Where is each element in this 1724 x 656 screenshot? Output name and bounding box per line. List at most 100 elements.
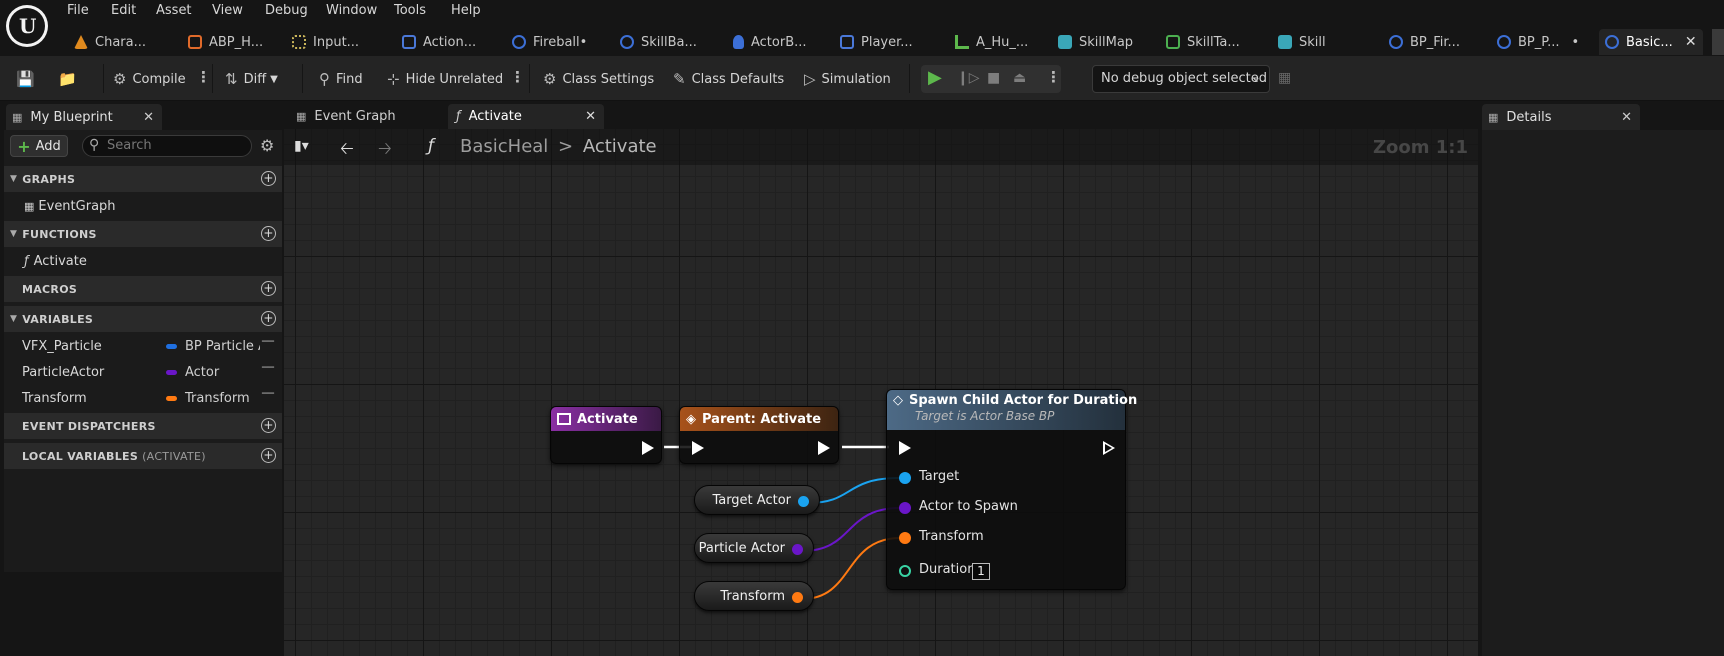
doc-tab-anim-seq[interactable]: A_Hu_... xyxy=(955,31,1028,53)
variable-type-transform[interactable]: Transform xyxy=(166,391,260,406)
exec-in-pin[interactable] xyxy=(899,441,911,455)
doc-tab-abp[interactable]: ABP_H... xyxy=(188,31,263,53)
exec-out-pin[interactable] xyxy=(818,441,830,455)
eject-icon[interactable]: ⏏ xyxy=(1013,70,1026,86)
diff-button[interactable]: ⇅ Diff ▼ xyxy=(225,67,278,91)
type-pill-icon xyxy=(166,396,177,401)
close-icon[interactable]: ✕ xyxy=(585,109,596,124)
compile-button[interactable]: ⚙ Compile xyxy=(113,67,186,91)
doc-tab-bp-fireball[interactable]: BP_Fir... xyxy=(1389,31,1460,53)
exec-out-pin[interactable] xyxy=(1103,441,1115,455)
activate-entry-node[interactable]: Activate xyxy=(550,406,662,464)
section-graphs[interactable]: ▼ GRAPHS + xyxy=(4,166,282,192)
doc-tab-basicheal[interactable]: Basic... ✕ xyxy=(1599,29,1703,55)
function-item-activate[interactable]: ƒ Activate xyxy=(24,254,87,269)
add-macro-icon[interactable]: + xyxy=(261,281,276,296)
gear-icon[interactable]: ⚙ xyxy=(260,136,274,155)
eye-closed-icon[interactable]: ‾‾ xyxy=(262,365,274,379)
anim-blueprint-icon xyxy=(188,35,202,49)
doc-tab-fireball[interactable]: Fireball• xyxy=(512,31,587,53)
play-options-icon[interactable]: ⋮ xyxy=(1046,68,1061,86)
eye-closed-icon[interactable]: ‾‾ xyxy=(262,391,274,405)
variable-item-transform[interactable]: Transform xyxy=(22,391,87,406)
hide-unrelated-options-icon[interactable]: ⋮ xyxy=(510,68,525,86)
tab-event-graph[interactable]: ▦ Event Graph xyxy=(288,104,444,129)
spawn-child-actor-node[interactable]: ◇ Spawn Child Actor for Duration Target i… xyxy=(886,389,1137,590)
section-functions[interactable]: ▼ FUNCTIONS + xyxy=(4,221,282,247)
class-defaults-button[interactable]: ✎ Class Defaults xyxy=(673,67,784,91)
close-icon[interactable]: ✕ xyxy=(1685,34,1697,50)
add-dispatcher-icon[interactable]: + xyxy=(261,418,276,433)
doc-tab-player[interactable]: Player... xyxy=(840,31,913,53)
target-pin[interactable] xyxy=(899,472,911,484)
find-button[interactable]: ⚲ Find xyxy=(319,67,363,91)
variable-item-particleactor[interactable]: ParticleActor xyxy=(22,365,104,380)
graph-item-eventgraph[interactable]: ▦ EventGraph xyxy=(24,199,116,214)
section-macros[interactable]: MACROS + xyxy=(4,276,282,302)
add-local-variable-icon[interactable]: + xyxy=(261,448,276,463)
section-variables[interactable]: ▼ VARIABLES + xyxy=(4,306,282,332)
add-variable-icon[interactable]: + xyxy=(261,311,276,326)
simulation-button[interactable]: ▷ Simulation xyxy=(804,67,891,91)
doc-tab-bp-p[interactable]: BP_P... • xyxy=(1497,31,1579,53)
class-settings-button[interactable]: ⚙ Class Settings xyxy=(543,67,654,91)
stop-icon[interactable]: ■ xyxy=(987,70,1000,86)
exec-in-pin[interactable] xyxy=(692,441,704,455)
save-icon[interactable]: 💾 xyxy=(16,67,41,91)
separator xyxy=(212,64,213,93)
menu-window[interactable]: Window xyxy=(326,3,377,18)
menu-help[interactable]: Help xyxy=(451,3,481,18)
variable-type-particleactor[interactable]: Actor xyxy=(166,365,260,380)
close-icon[interactable]: ✕ xyxy=(1621,110,1632,125)
doc-tab-actorbase[interactable]: ActorB... xyxy=(733,31,807,53)
details-tab[interactable]: ▦ Details ✕ xyxy=(1482,104,1640,130)
close-icon[interactable]: ✕ xyxy=(143,110,154,125)
browse-icon[interactable]: 📁 xyxy=(58,67,83,91)
my-blueprint-tab[interactable]: ▦ My Blueprint ✕ xyxy=(6,104,162,130)
tab-activate[interactable]: ƒ Activate ✕ xyxy=(448,104,604,129)
unreal-logo-icon[interactable]: U xyxy=(6,5,48,47)
menu-asset[interactable]: Asset xyxy=(156,3,192,18)
add-button[interactable]: + Add xyxy=(10,135,68,157)
particle-actor-getter[interactable]: Particle Actor xyxy=(694,533,814,563)
doc-tab-skillbase[interactable]: SkillBa... xyxy=(620,31,697,53)
actor-to-spawn-pin[interactable] xyxy=(899,502,911,514)
duration-pin[interactable] xyxy=(899,565,911,577)
output-pin[interactable] xyxy=(798,496,809,507)
transform-pin[interactable] xyxy=(899,532,911,544)
add-function-icon[interactable]: + xyxy=(261,226,276,241)
compile-options-icon[interactable]: ⋮ xyxy=(196,68,211,86)
menu-debug[interactable]: Debug xyxy=(265,3,308,18)
duration-input[interactable]: 1 xyxy=(972,563,990,580)
menu-tools[interactable]: Tools xyxy=(394,3,426,18)
variable-item-vfx-particle[interactable]: VFX_Particle xyxy=(22,339,102,354)
transform-getter[interactable]: Transform xyxy=(694,581,814,611)
doc-tab-character[interactable]: Chara... xyxy=(74,31,146,53)
doc-tab-input[interactable]: Input... xyxy=(292,31,359,53)
output-pin[interactable] xyxy=(792,544,803,555)
doc-tab-skill[interactable]: Skill xyxy=(1278,31,1326,53)
debug-filter-icon[interactable]: ▦ xyxy=(1278,70,1291,86)
doc-tab-skillmap[interactable]: SkillMap xyxy=(1058,31,1133,53)
menu-file[interactable]: File xyxy=(67,3,89,18)
menu-view[interactable]: View xyxy=(212,3,243,18)
section-local-variables[interactable]: LOCAL VARIABLES (ACTIVATE) + xyxy=(4,443,282,469)
graph-canvas[interactable]: ▮▾ 🡠 🡢 ƒ BasicHeal > Activate Zoom 1:1 A… xyxy=(284,129,1478,656)
doc-tab-skilltable[interactable]: SkillTa... xyxy=(1166,31,1240,53)
hide-unrelated-button[interactable]: ⊹ Hide Unrelated xyxy=(387,67,503,91)
search-input[interactable]: ⚲ Search xyxy=(82,135,252,157)
add-graph-icon[interactable]: + xyxy=(261,171,276,186)
menu-edit[interactable]: Edit xyxy=(111,3,136,18)
variable-type-vfx-particle[interactable]: BP Particle A xyxy=(166,339,260,354)
target-actor-getter[interactable]: Target Actor xyxy=(694,485,820,515)
section-event-dispatchers[interactable]: EVENT DISPATCHERS + xyxy=(4,413,282,439)
debug-object-select[interactable]: No debug object selected ⌄ xyxy=(1092,65,1270,93)
doc-tab-action[interactable]: Action... xyxy=(402,31,476,53)
parent-activate-node[interactable]: ◈ Parent: Activate xyxy=(679,406,839,464)
step-icon[interactable]: ❙▷ xyxy=(957,70,980,86)
play-icon[interactable]: ▶ xyxy=(928,67,942,88)
eye-closed-icon[interactable]: ‾‾ xyxy=(262,339,274,353)
output-pin[interactable] xyxy=(792,592,803,603)
tab-overflow-scroll[interactable] xyxy=(1712,29,1724,55)
exec-out-pin[interactable] xyxy=(642,441,654,455)
